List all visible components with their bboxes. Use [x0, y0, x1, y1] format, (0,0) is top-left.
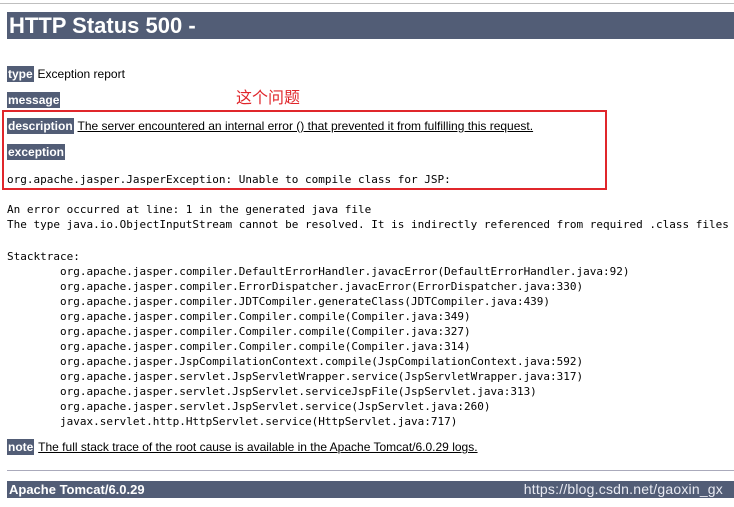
- exception-row: exception: [7, 144, 66, 160]
- stack-frame: org.apache.jasper.servlet.JspServletWrap…: [59, 370, 584, 383]
- exception-label: exception: [7, 144, 66, 160]
- description-label: description: [7, 118, 74, 134]
- exception-message: org.apache.jasper.JasperException: Unabl…: [7, 173, 451, 186]
- stacktrace: Stacktrace: org.apache.jasper.compiler.D…: [7, 249, 630, 429]
- top-rule: [0, 3, 734, 4]
- stack-frame: org.apache.jasper.compiler.Compiler.comp…: [59, 310, 471, 323]
- description-row: description The server encountered an in…: [7, 118, 534, 134]
- stack-frame: org.apache.jasper.compiler.Compiler.comp…: [59, 325, 471, 338]
- type-row: type Exception report: [7, 66, 125, 82]
- stack-frame: org.apache.jasper.compiler.DefaultErrorH…: [59, 265, 630, 278]
- note-row: note The full stack trace of the root ca…: [7, 439, 478, 455]
- page-title: HTTP Status 500 -: [7, 12, 734, 39]
- type-value: Exception report: [37, 67, 125, 81]
- stacktrace-label: Stacktrace:: [7, 250, 80, 263]
- message-row: message: [7, 92, 61, 108]
- watermark: https://blog.csdn.net/gaoxin_gx: [523, 481, 723, 497]
- note-label: note: [7, 439, 35, 455]
- stack-frame: org.apache.jasper.servlet.JspServlet.ser…: [59, 385, 537, 398]
- footer-divider: [7, 470, 734, 471]
- error-line-2: The type java.io.ObjectInputStream canno…: [7, 218, 729, 231]
- stack-frame: org.apache.jasper.servlet.JspServlet.ser…: [59, 400, 491, 413]
- description-value: The server encountered an internal error…: [77, 119, 534, 133]
- stack-frame: javax.servlet.http.HttpServlet.service(H…: [59, 415, 458, 428]
- note-value: The full stack trace of the root cause i…: [38, 440, 478, 454]
- error-line-1: An error occurred at line: 1 in the gene…: [7, 203, 372, 216]
- stack-frame: org.apache.jasper.compiler.ErrorDispatch…: [59, 280, 584, 293]
- stack-frame: org.apache.jasper.compiler.JDTCompiler.g…: [59, 295, 551, 308]
- stack-frame: org.apache.jasper.compiler.Compiler.comp…: [59, 340, 471, 353]
- annotation-text: 这个问题: [236, 88, 301, 107]
- stack-frame: org.apache.jasper.JspCompilationContext.…: [59, 355, 584, 368]
- type-label: type: [7, 66, 34, 82]
- message-label: message: [7, 92, 61, 108]
